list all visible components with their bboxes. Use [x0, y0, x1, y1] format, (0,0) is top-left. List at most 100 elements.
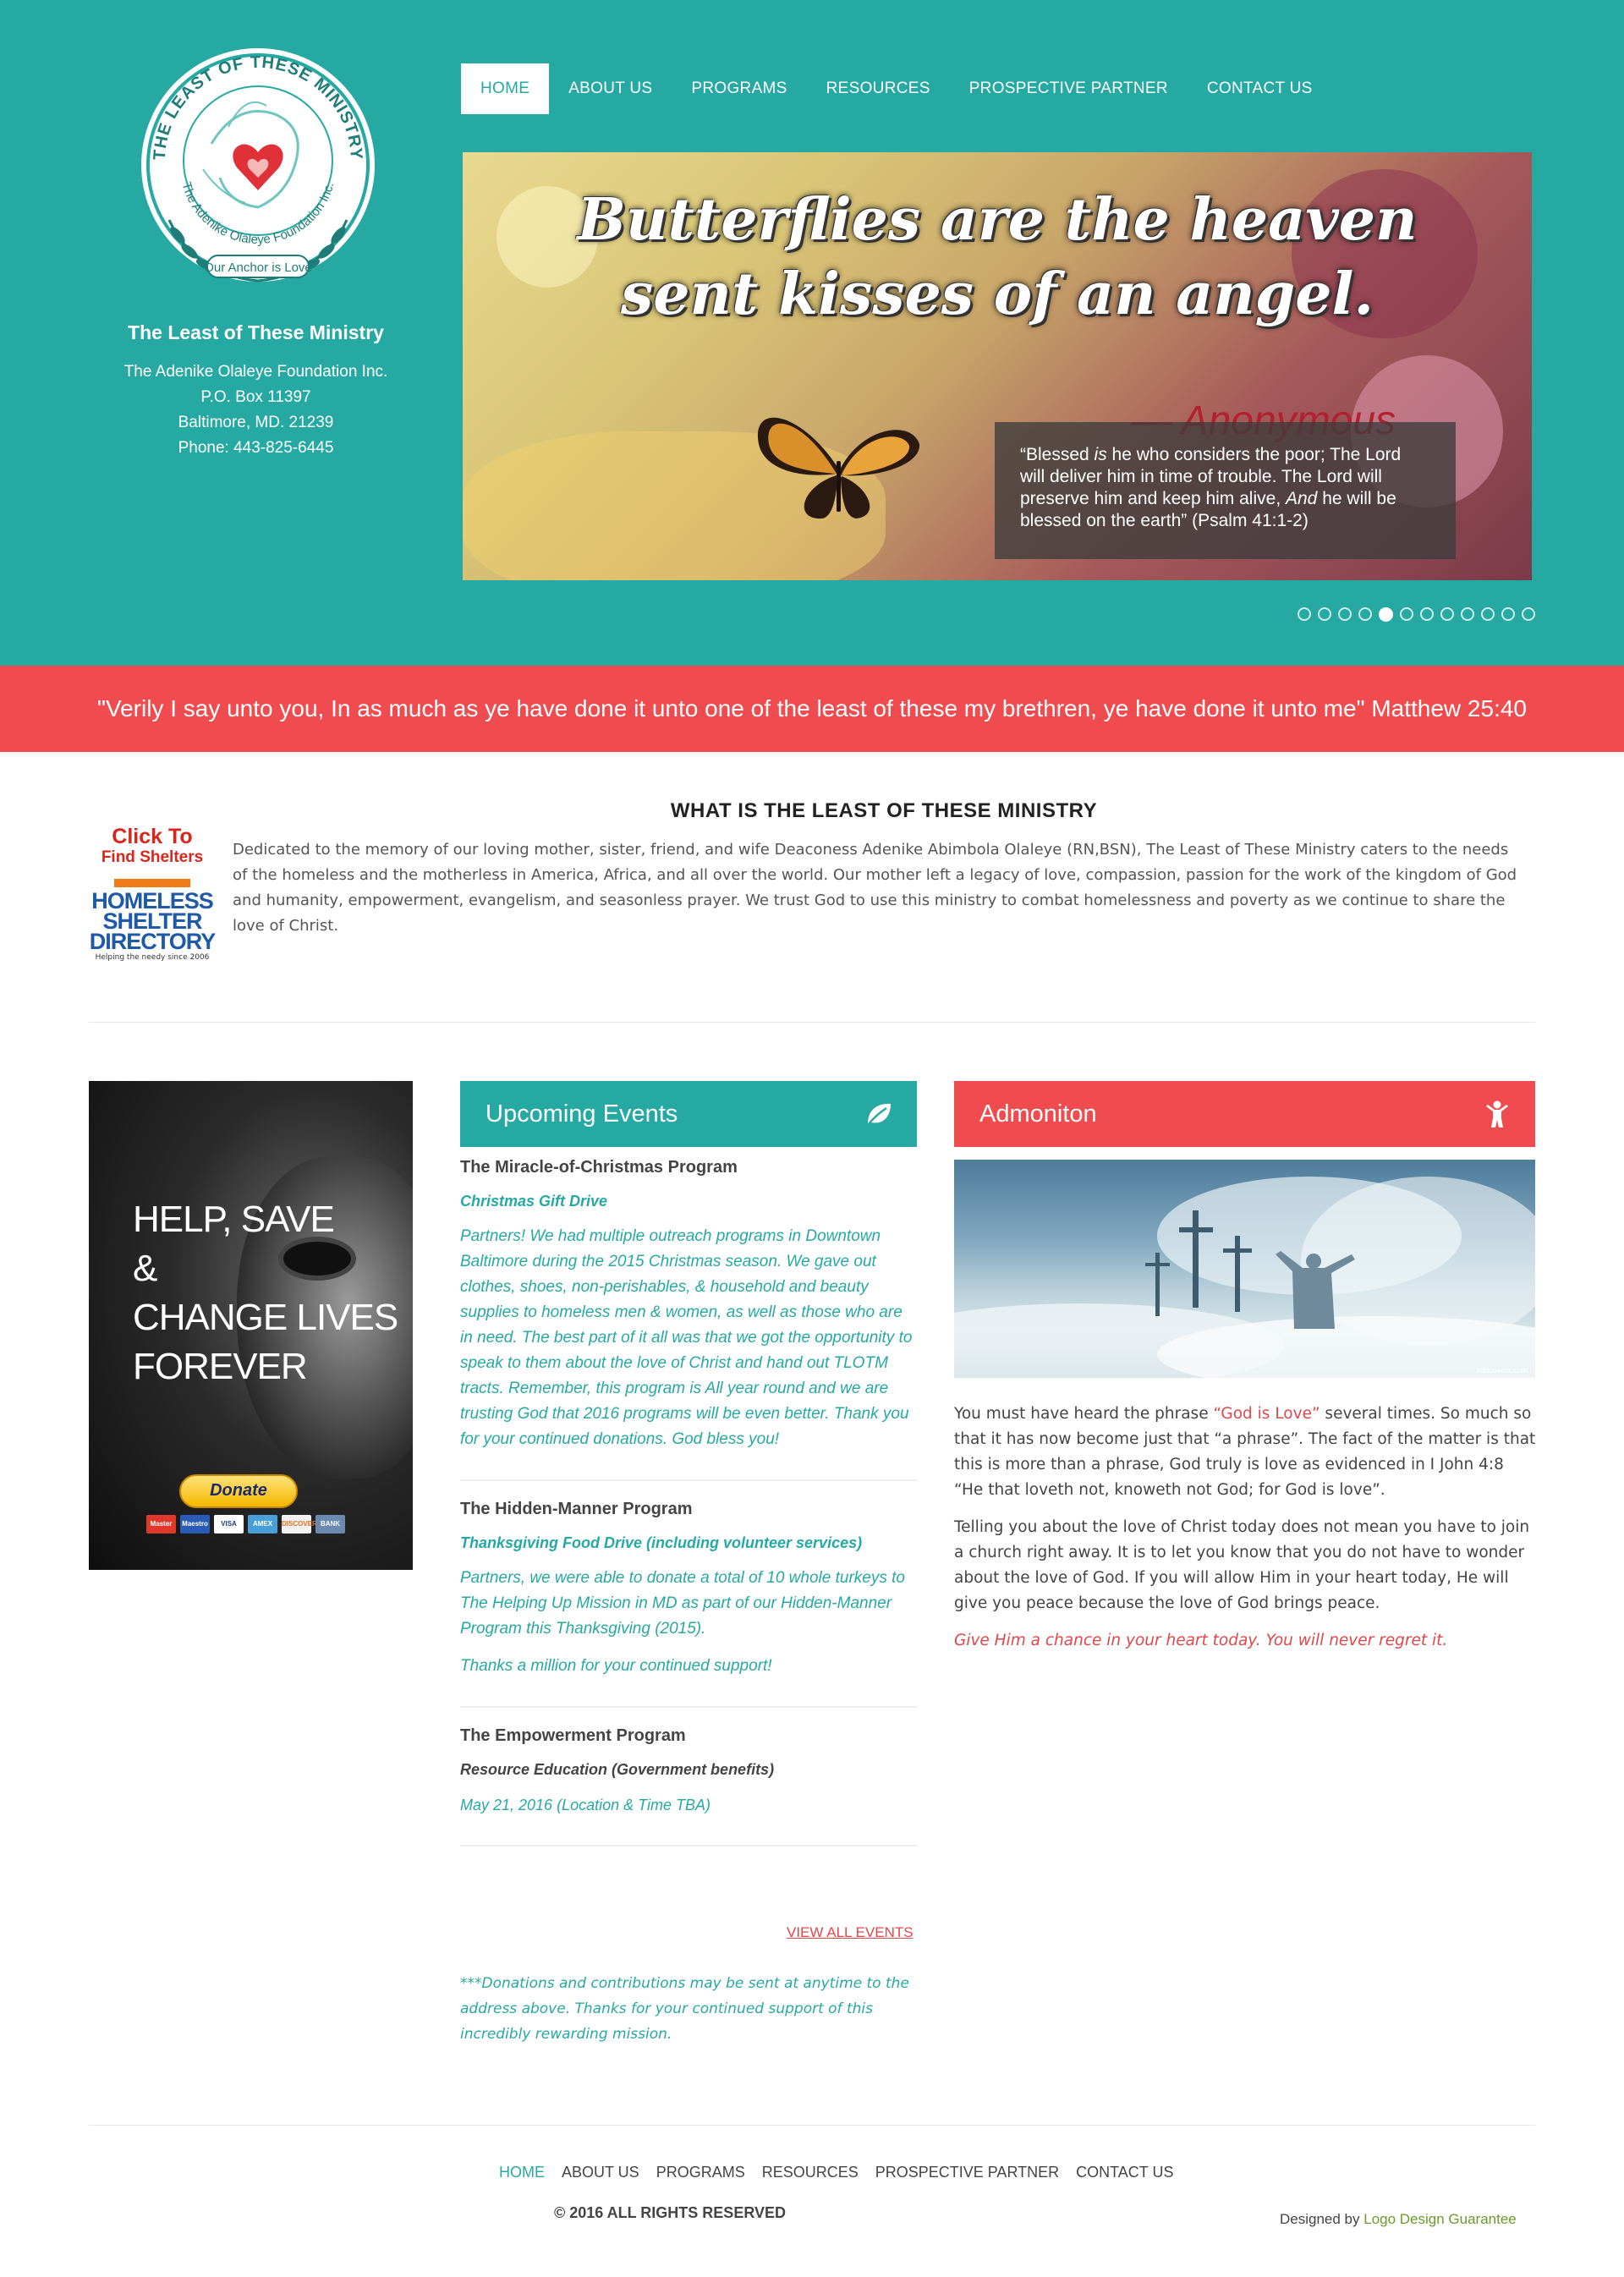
shelter-click-text: Click To [112, 825, 193, 848]
event-title: The Miracle-of-Christmas Program [460, 1158, 738, 1177]
hero-slider[interactable]: Butterflies are the heaven sent kisses o… [463, 152, 1532, 580]
org-po-box: P.O. Box 11397 [200, 388, 311, 406]
designer-link[interactable]: Logo Design Guarantee [1363, 2211, 1517, 2227]
org-foundation: The Adenike Olaleye Foundation Inc. [123, 363, 388, 381]
section-divider [89, 1022, 1535, 1023]
event-body: Partners! We had multiple outreach progr… [460, 1227, 913, 1448]
admonition-paragraph: Telling you about the love of Christ tod… [954, 1518, 1530, 1612]
leaf-icon [867, 1103, 891, 1126]
event-body: Partners, we were able to donate a total… [460, 1569, 905, 1638]
org-phone: Phone: 443-825-6445 [178, 439, 334, 457]
shelter-directory-logo: HOMELESS SHELTER DIRECTORY [89, 879, 217, 954]
mastercard-icon: Master [146, 1515, 176, 1534]
donate-button[interactable]: Donate [179, 1474, 298, 1508]
logo-motto: Our Anchor is Love [204, 261, 312, 275]
amex-icon: AMEX [248, 1515, 277, 1534]
slider-dot[interactable] [1440, 607, 1454, 621]
slider-dot[interactable] [1501, 607, 1515, 621]
admonition-heading-text: Admoniton [979, 1100, 1097, 1128]
payment-cards: Master Maestro VISA AMEX DISCOVER BANK [146, 1515, 345, 1534]
admonition-image: addcovers.com [954, 1160, 1535, 1378]
main-nav: HOME ABOUT US PROGRAMS RESOURCES PROSPEC… [461, 63, 1332, 114]
designer-credit: Designed by Logo Design Guarantee [1280, 2211, 1517, 2228]
event-subtitle: Thanksgiving Food Drive (including volun… [460, 1534, 863, 1551]
event-body-secondary: Thanks a million for your continued supp… [460, 1657, 772, 1675]
shelter-directory-link[interactable]: Click To Find Shelters HOMELESS SHELTER … [89, 825, 217, 981]
footer-nav-prospective-partner[interactable]: PROSPECTIVE PARTNER [867, 2164, 1067, 2181]
discover-icon: DISCOVER [282, 1515, 317, 1534]
shelter-line3: DIRECTORY [89, 929, 217, 954]
slide-quote-line1: Butterflies are the heaven [577, 186, 1418, 254]
footer-nav: HOME ABOUT US PROGRAMS RESOURCES PROSPEC… [491, 2164, 1182, 2181]
event-title: The Empowerment Program [460, 1726, 686, 1745]
org-contact-info: The Least of These Ministry The Adenike … [85, 321, 427, 461]
event-title: The Hidden-Manner Program [460, 1500, 693, 1518]
site-logo[interactable]: THE LEAST OF THESE MINISTRY The Adenike … [118, 34, 398, 296]
event-body: May 21, 2016 (Location & Time TBA) [460, 1797, 710, 1813]
footer-nav-contact-us[interactable]: CONTACT US [1067, 2164, 1182, 2181]
slider-dot[interactable] [1522, 607, 1535, 621]
slider-dot[interactable] [1338, 607, 1352, 621]
butterfly-icon [757, 417, 920, 519]
events-heading: Upcoming Events [460, 1081, 917, 1147]
maestro-icon: Maestro [180, 1515, 210, 1534]
slider-dot[interactable] [1318, 607, 1331, 621]
admonition-heading: Admoniton [954, 1081, 1535, 1147]
footer-nav-about-us[interactable]: ABOUT US [553, 2164, 648, 2181]
promo-line4: FOREVER [133, 1346, 308, 1387]
shelter-find-text: Find Shelters [101, 848, 204, 866]
admonition-text: You must have heard the phrase “God is L… [954, 1402, 1538, 1665]
slider-pagination [1298, 607, 1535, 622]
shelter-tagline: Helping the needy since 2006 [95, 953, 210, 962]
events-heading-text: Upcoming Events [486, 1100, 678, 1128]
child-figure-icon [1486, 1100, 1508, 1128]
slider-dot[interactable] [1400, 607, 1413, 621]
event-item: The Miracle-of-Christmas Program Christm… [460, 1158, 917, 1481]
promo-line1: HELP, SAVE [133, 1199, 335, 1240]
footer-nav-programs[interactable]: PROGRAMS [648, 2164, 754, 2181]
promo-line3: CHANGE LIVES [133, 1297, 398, 1338]
caption-em1: is [1094, 445, 1107, 464]
intro-body: Dedicated to the memory of our loving mo… [233, 841, 1517, 935]
caption-em2: And [1286, 489, 1318, 508]
house-roof-icon [114, 879, 190, 887]
footer-nav-home[interactable]: HOME [491, 2164, 553, 2181]
nav-home[interactable]: HOME [461, 63, 550, 114]
adm-p1-a: You must have heard the phrase [954, 1405, 1214, 1423]
promo-text: HELP, SAVE & CHANGE LIVES FOREVER [133, 1195, 398, 1391]
slider-dot[interactable] [1358, 607, 1372, 621]
event-subtitle: Resource Education (Government benefits) [460, 1761, 775, 1778]
nav-resources[interactable]: RESOURCES [807, 63, 950, 114]
donate-promo: HELP, SAVE & CHANGE LIVES FOREVER Donate… [89, 1081, 413, 1570]
org-city: Baltimore, MD. 21239 [178, 414, 334, 431]
scripture-banner: "Verily I say unto you, In as much as ye… [0, 666, 1624, 752]
events-list: The Miracle-of-Christmas Program Christm… [460, 1155, 917, 1865]
logo-emblem-icon: THE LEAST OF THESE MINISTRY The Adenike … [141, 48, 375, 283]
crosses-scene-image: addcovers.com [954, 1177, 1535, 1378]
slider-dot[interactable] [1379, 607, 1393, 622]
bank-icon: BANK [315, 1515, 345, 1534]
slider-dot[interactable] [1420, 607, 1434, 621]
copyright: © 2016 ALL RIGHTS RESERVED [554, 2204, 787, 2221]
slide-quote-line2: sent kisses of an angel. [620, 261, 1374, 328]
nav-about-us[interactable]: ABOUT US [549, 63, 672, 114]
slider-dot[interactable] [1298, 607, 1311, 621]
event-item: The Hidden-Manner Program Thanksgiving F… [460, 1500, 917, 1708]
slider-dot[interactable] [1481, 607, 1495, 621]
admonition-closing: Give Him a chance in your heart today. Y… [954, 1632, 1448, 1649]
donations-footnote: ***Donations and contributions may be se… [460, 1975, 909, 2043]
view-all-events-link[interactable]: VIEW ALL EVENTS [787, 1924, 914, 1941]
slide-caption: “Blessed is he who considers the poor; T… [995, 422, 1456, 559]
designed-by-label: Designed by [1280, 2211, 1364, 2227]
header: THE LEAST OF THESE MINISTRY The Adenike … [0, 0, 1624, 666]
event-item: The Empowerment Program Resource Educati… [460, 1726, 917, 1846]
org-name: The Least of These Ministry [128, 321, 384, 343]
slider-dot[interactable] [1461, 607, 1474, 621]
footer-divider [89, 2125, 1535, 2126]
nav-prospective-partner[interactable]: PROSPECTIVE PARTNER [950, 63, 1188, 114]
nav-programs[interactable]: PROGRAMS [672, 63, 806, 114]
footer-nav-resources[interactable]: RESOURCES [754, 2164, 867, 2181]
god-is-love-phrase: “God is Love” [1213, 1405, 1320, 1423]
intro-title: WHAT IS THE LEAST OF THESE MINISTRY [670, 799, 1098, 822]
nav-contact-us[interactable]: CONTACT US [1188, 63, 1332, 114]
